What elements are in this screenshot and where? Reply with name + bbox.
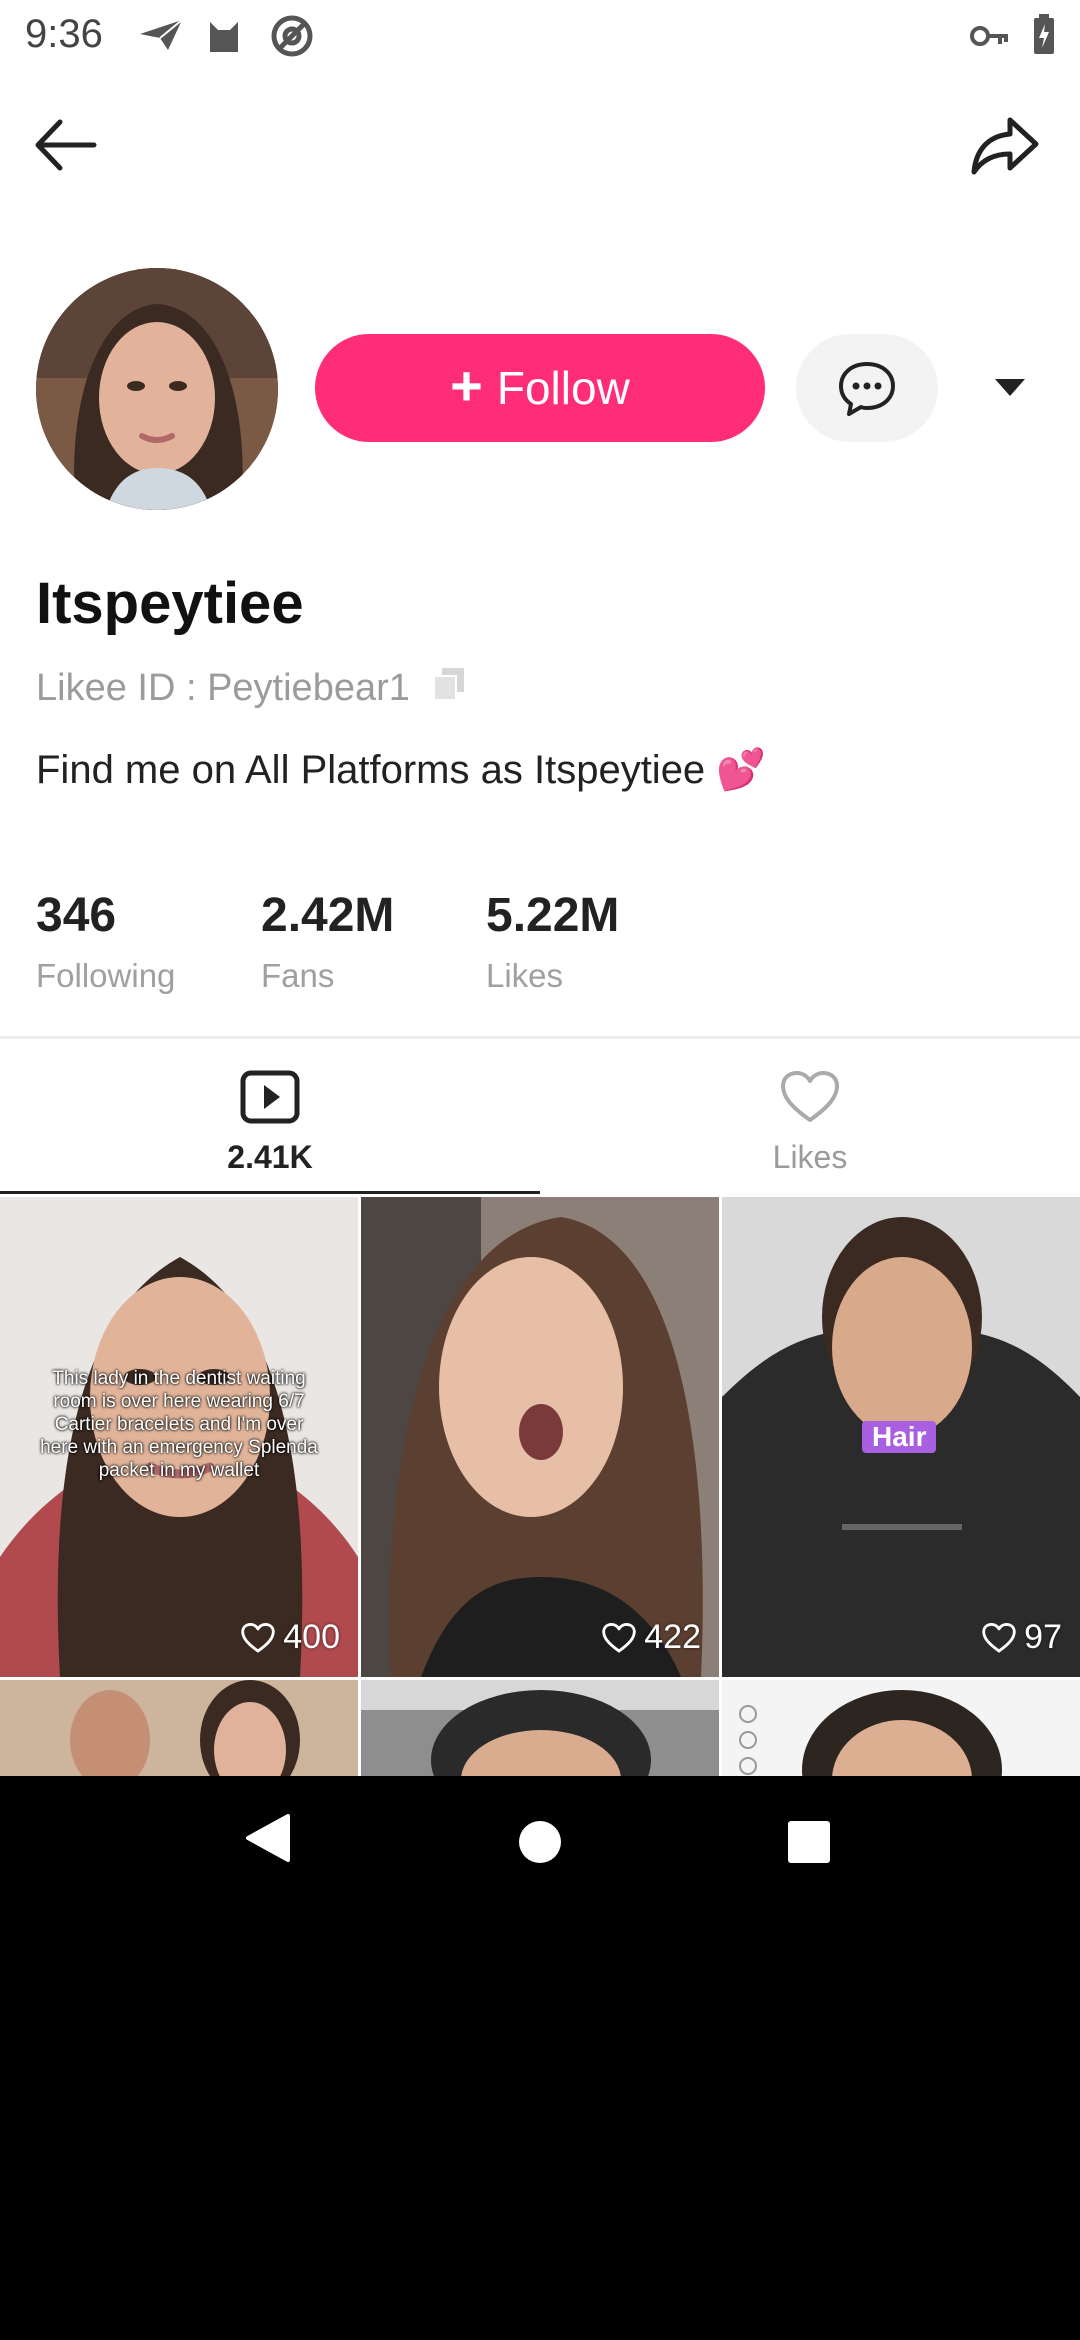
back-button[interactable] [30, 110, 100, 180]
video-thumbnail-image [722, 1680, 1080, 1776]
video-like-count: 422 [644, 1618, 701, 1656]
share-icon [971, 117, 1039, 175]
video-thumbnail[interactable]: Hair 97 [722, 1197, 1080, 1677]
heart-icon [602, 1622, 636, 1652]
stat-label: Fans [261, 957, 335, 994]
nav-recents-button[interactable] [787, 1820, 831, 1869]
likee-id-text: Likee ID : Peytiebear1 [36, 666, 410, 709]
stat-likes[interactable]: 5.22M Likes [486, 888, 711, 995]
video-thumbnail-image [361, 1680, 719, 1776]
tab-videos-label: 2.41K [227, 1139, 313, 1175]
video-like-count: 400 [283, 1618, 340, 1656]
video-thumbnail[interactable] [722, 1680, 1080, 1776]
heart-icon [781, 1071, 839, 1122]
video-thumbnail[interactable] [361, 1680, 719, 1776]
stat-label: Likes [486, 957, 564, 994]
cat-icon [204, 14, 244, 59]
chat-bubble-icon [839, 362, 895, 416]
stat-fans[interactable]: 2.42M Fans [261, 888, 486, 995]
stat-value: 346 [36, 889, 117, 942]
play-icon [240, 1070, 300, 1124]
video-thumbnail[interactable]: 422 [361, 1197, 719, 1677]
heart-icon [241, 1622, 275, 1652]
stat-value: 2.42M [261, 889, 395, 942]
stat-value: 5.22M [486, 889, 620, 942]
caret-down-icon [995, 379, 1025, 396]
likee-id-row: Likee ID : Peytiebear1 [36, 666, 466, 710]
video-like-count: 97 [1024, 1618, 1062, 1656]
profile-stats: 346 Following 2.42M Fans 5.22M Likes [36, 888, 711, 995]
follow-button[interactable]: + Follow [315, 334, 765, 442]
share-button[interactable] [970, 110, 1042, 180]
avatar[interactable] [36, 268, 278, 510]
tab-likes[interactable]: Likes [540, 1070, 1080, 1176]
nav-home-button[interactable] [518, 1820, 562, 1869]
video-thumbnail[interactable]: This lady in the dentist waiting room is… [0, 1197, 358, 1677]
more-options-button[interactable] [988, 365, 1032, 409]
circle-home-icon [519, 1821, 561, 1863]
system-navigation-bar [0, 1776, 1080, 1918]
at-icon [270, 14, 314, 63]
divider [0, 1036, 1080, 1039]
tab-likes-label: Likes [772, 1139, 848, 1175]
stat-following[interactable]: 346 Following [36, 888, 261, 995]
video-likes: 97 [982, 1618, 1062, 1657]
video-thumbnail[interactable] [0, 1680, 358, 1776]
profile-username: Itspeytiee [36, 571, 304, 636]
status-time: 9:36 [25, 12, 103, 56]
plus-icon: + [450, 354, 483, 417]
video-likes: 422 [602, 1618, 701, 1657]
follow-label: Follow [496, 362, 630, 414]
video-caption: This lady in the dentist waiting room is… [40, 1368, 318, 1481]
copy-icon[interactable] [432, 666, 466, 710]
stat-label: Following [36, 957, 176, 994]
status-bar: 9:36 [0, 0, 1080, 72]
square-recents-icon [788, 1821, 830, 1863]
message-button[interactable] [796, 334, 938, 442]
key-icon [970, 22, 1010, 55]
tab-active-indicator [0, 1191, 540, 1194]
tab-videos[interactable]: 2.41K [0, 1070, 540, 1176]
video-likes: 400 [241, 1618, 340, 1657]
video-thumbnail-image [0, 1680, 358, 1776]
arrow-left-icon [35, 119, 97, 171]
triangle-back-icon [246, 1814, 290, 1862]
heart-icon [982, 1622, 1016, 1652]
nav-back-button[interactable] [244, 1812, 292, 1869]
profile-bio: Find me on All Platforms as Itspeytiee 💕 [36, 748, 767, 792]
video-tag: Hair [862, 1421, 937, 1453]
video-thumbnail-image [361, 1197, 719, 1677]
send-icon [138, 18, 184, 57]
battery-charging-icon [1032, 14, 1056, 61]
app-screen: 9:36 + Follow Itspeytiee Likee ID: Peyt… [0, 0, 1080, 1776]
